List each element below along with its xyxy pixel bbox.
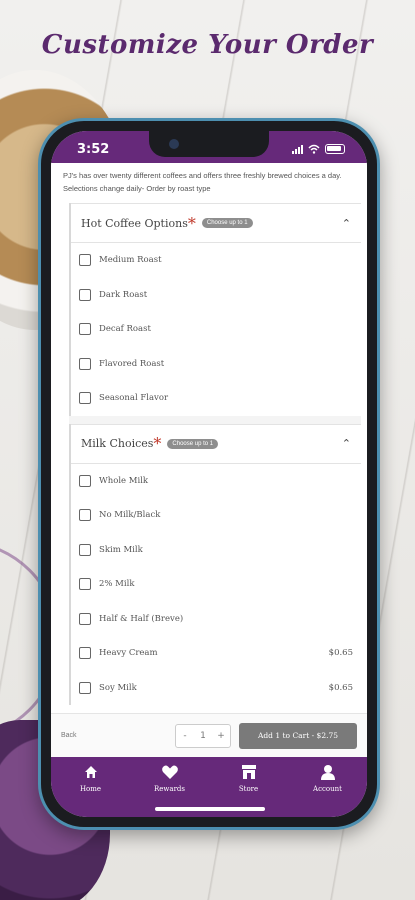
option-row[interactable]: Flavored Roast [71,347,361,382]
section-divider [69,415,361,424]
option-label: Soy Milk [99,682,137,693]
option-label: Seasonal Flavor [99,393,169,404]
option-row[interactable]: No Milk/Black [71,498,361,533]
increment-button[interactable]: + [212,731,230,741]
cart-bar: Back - 1 + Add 1 to Cart - $2.75 [51,713,367,757]
required-marker: * [187,213,196,233]
home-icon [83,763,99,781]
checkbox[interactable] [79,474,91,487]
signal-icon [292,144,303,154]
option-row[interactable]: Heavy Cream $0.65 [71,636,361,671]
tab-home[interactable]: Home [61,763,121,793]
option-label: Skim Milk [99,544,143,555]
tab-label: Rewards [154,785,185,793]
option-row[interactable]: Half & Half (Breve) [71,602,361,637]
option-price: $0.65 [328,648,353,659]
quantity-value: 1 [200,730,206,741]
promo-headline: Customize Your Order [41,30,374,60]
checkbox[interactable] [79,254,91,267]
option-label: Dark Roast [99,289,148,300]
hot-coffee-header[interactable]: Hot Coffee Options * Choose up to 1 ⌃ [71,203,361,243]
tab-label: Home [79,785,102,793]
checkbox[interactable] [79,681,91,694]
option-label: No Milk/Black [99,510,161,521]
home-indicator [155,807,265,811]
checkbox[interactable] [79,392,91,405]
store-icon [240,763,258,781]
intro-text: PJ's has over twenty different coffees a… [63,171,342,193]
chevron-up-icon[interactable]: ⌃ [342,437,351,450]
tab-account[interactable]: Account [298,763,358,793]
checkbox[interactable] [79,578,91,591]
order-content[interactable]: PJ's has over twenty different coffees a… [51,163,367,713]
phone-frame: 3:52 PJ's has over twenty different coff… [38,118,380,830]
milk-choices-header[interactable]: Milk Choices * Choose up to 1 ⌃ [71,423,361,464]
camera-icon [169,139,179,149]
checkbox[interactable] [79,357,91,370]
option-row[interactable]: Decaf Roast [71,312,361,347]
tab-label: Account [313,785,342,793]
phone-screen: 3:52 PJ's has over twenty different coff… [51,131,367,817]
choose-limit-badge: Choose up to 1 [201,218,253,228]
choose-limit-badge: Choose up to 1 [167,438,219,449]
option-label: Decaf Roast [99,324,151,335]
checkbox[interactable] [79,323,91,336]
required-marker: * [153,434,162,453]
decrement-button[interactable]: - [176,731,194,741]
status-time: 3:52 [77,141,110,157]
battery-icon [325,144,345,154]
option-label: Heavy Cream [99,648,158,659]
tab-bar: Home Rewards Store Account [51,757,367,817]
status-icons [292,144,345,154]
section-title: Hot Coffee Options [81,216,188,230]
phone-notch [149,131,269,157]
option-label: Flavored Roast [99,358,165,369]
section-title: Milk Choices [81,437,154,450]
option-label: 2% Milk [99,579,135,590]
checkbox[interactable] [79,612,91,625]
checkbox[interactable] [79,288,91,301]
milk-choices-section: Milk Choices * Choose up to 1 ⌃ Whole Mil… [69,423,361,706]
tab-label: Store [238,785,259,793]
chevron-up-icon[interactable]: ⌃ [342,217,351,230]
hot-coffee-section: Hot Coffee Options * Choose up to 1 ⌃ Med… [69,203,361,416]
option-row[interactable]: Dark Roast [71,278,361,313]
option-row[interactable]: Medium Roast [71,243,361,278]
option-price: $0.65 [328,682,353,693]
option-row[interactable]: Soy Milk $0.65 [71,671,361,706]
quantity-stepper: - 1 + [175,723,231,748]
wifi-icon [308,144,320,154]
option-row[interactable]: Skim Milk [71,533,361,568]
tab-store[interactable]: Store [219,763,279,793]
back-link[interactable]: Back [61,732,77,739]
option-row[interactable]: 2% Milk [71,567,361,602]
add-to-cart-button[interactable]: Add 1 to Cart - $2.75 [239,722,357,749]
checkbox[interactable] [79,509,91,522]
option-label: Whole Milk [99,475,149,486]
option-label: Medium Roast [99,255,162,266]
tab-rewards[interactable]: Rewards [140,763,200,793]
option-label: Half & Half (Breve) [99,613,184,624]
option-row[interactable]: Whole Milk [71,464,361,499]
option-row[interactable]: Seasonal Flavor [71,381,361,416]
checkbox[interactable] [79,543,91,556]
person-icon [320,763,336,781]
checkbox[interactable] [79,647,91,660]
heart-icon [161,763,179,781]
